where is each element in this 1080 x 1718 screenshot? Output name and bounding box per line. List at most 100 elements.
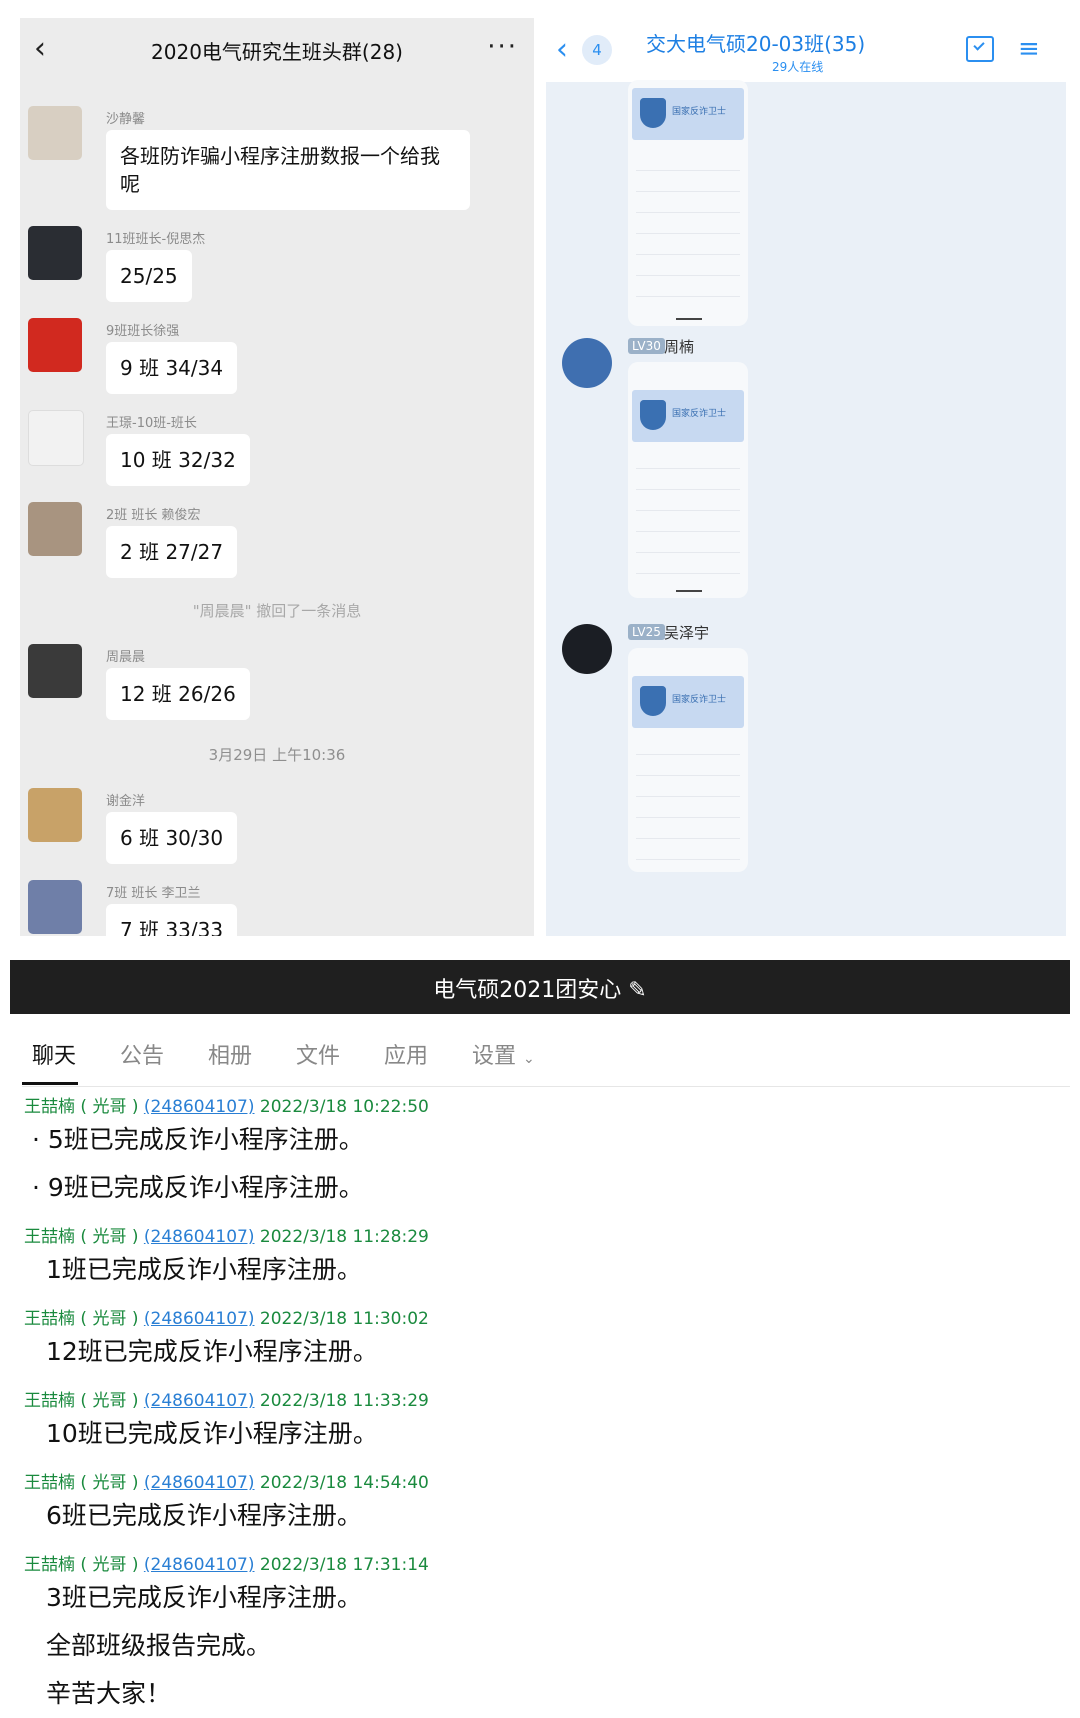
message-bubble[interactable]: 2 班 27/27 — [106, 526, 238, 578]
qq-number-link[interactable]: (248604107) — [144, 1097, 255, 1117]
sender-name: 沙静馨 — [106, 112, 146, 127]
timestamp: 3月29日 上午10:36 — [208, 746, 346, 764]
calendar-check-icon[interactable] — [966, 36, 994, 62]
avatar[interactable] — [28, 644, 82, 698]
wechat-header: ‹ 2020电气研究生班头群(28) ··· — [20, 18, 534, 82]
message-row: 2班 班长 赖俊宏 2 班 27/27 — [28, 502, 528, 578]
group-title: 电气硕2021团安心 — [433, 978, 622, 1003]
sender-name: 11班班长-倪思杰 — [106, 232, 206, 247]
back-icon[interactable]: ‹ — [34, 34, 64, 64]
message-row: 王璟-10班-班长 10 班 32/32 — [28, 410, 528, 486]
message-text: 全部班级报告完成。 — [46, 1631, 272, 1660]
message-meta: 王喆楠 ( 光哥 ) (248604107) 2022/3/18 10:22:5… — [24, 1092, 429, 1117]
message-text: 12班已完成反诈小程序注册。 — [46, 1337, 378, 1366]
anti-fraud-card: 国家反诈卫士 — [632, 88, 744, 140]
avatar[interactable] — [28, 880, 82, 934]
tab-apps[interactable]: 应用 — [384, 1038, 428, 1070]
avatar[interactable] — [28, 318, 82, 372]
avatar[interactable] — [28, 226, 82, 280]
message-meta: 王喆楠 ( 光哥 ) (248604107) 2022/3/18 11:33:2… — [24, 1386, 429, 1411]
sender-name: 9班班长徐强 — [106, 324, 180, 339]
message-row: 沙静馨 各班防诈骗小程序注册数报一个给我呢 — [28, 106, 528, 210]
active-tab-indicator — [22, 1082, 78, 1085]
qq-number-link[interactable]: (248604107) — [144, 1227, 255, 1247]
message-text: 10班已完成反诈小程序注册。 — [46, 1419, 378, 1448]
message-time: 2022/3/18 14:54:40 — [259, 1473, 429, 1493]
message-text: 6班已完成反诈小程序注册。 — [46, 1501, 362, 1530]
sender-name: 王喆楠 ( 光哥 ) — [24, 1391, 139, 1411]
tab-announcement[interactable]: 公告 — [120, 1038, 164, 1070]
message-row: 7班 班长 李卫兰 7 班 33/33 — [28, 880, 528, 936]
more-icon[interactable]: ··· — [487, 32, 518, 62]
message-meta: 王喆楠 ( 光哥 ) (248604107) 2022/3/18 14:54:4… — [24, 1468, 429, 1493]
shield-icon — [640, 686, 666, 716]
message-bubble[interactable]: 9 班 34/34 — [106, 342, 238, 394]
sender-name: 王喆楠 ( 光哥 ) — [24, 1227, 139, 1247]
form-rows — [636, 740, 740, 866]
avatar[interactable] — [28, 106, 82, 160]
avatar[interactable] — [562, 624, 612, 674]
menu-icon[interactable]: ≡ — [1018, 34, 1040, 64]
chevron-down-icon: ⌄ — [523, 1051, 535, 1067]
level-badge: LV25 — [628, 624, 665, 640]
message-time: 2022/3/18 17:31:14 — [259, 1555, 429, 1575]
message-bubble[interactable]: 12 班 26/26 — [106, 668, 250, 720]
message-bubble[interactable]: 6 班 30/30 — [106, 812, 238, 864]
avatar[interactable] — [28, 788, 82, 842]
message-row: 11班班长-倪思杰 25/25 — [28, 226, 528, 302]
tab-bar: 聊天 公告 相册 文件 应用 设置 ⌄ — [22, 1038, 1070, 1087]
online-count: 29人在线 — [772, 60, 824, 74]
qq-number-link[interactable]: (248604107) — [144, 1309, 255, 1329]
avatar[interactable] — [562, 338, 612, 388]
back-icon[interactable]: ‹ — [556, 32, 568, 67]
image-message[interactable]: 国家反诈卫士 — [628, 80, 748, 326]
message-row: 谢金洋 6 班 30/30 — [28, 788, 528, 864]
message-bubble[interactable]: 7 班 33/33 — [106, 904, 238, 936]
sender-name: 2班 班长 赖俊宏 — [106, 508, 201, 523]
title-bar: 电气硕2021团安心 ✎ — [10, 960, 1070, 1014]
sender-name: 王喆楠 ( 光哥 ) — [24, 1097, 139, 1117]
message-time: 2022/3/18 11:28:29 — [259, 1227, 429, 1247]
anti-fraud-card: 国家反诈卫士 — [632, 390, 744, 442]
message-text: 辛苦大家！ — [46, 1679, 172, 1708]
chat-title: 2020电气研究生班头群(28) — [151, 40, 403, 64]
card-label: 国家反诈卫士 — [672, 107, 727, 117]
qq-number-link[interactable]: (248604107) — [144, 1473, 255, 1493]
recall-notice: "周晨晨" 撤回了一条消息 — [192, 602, 362, 620]
sender-name: 王璟-10班-班长 — [106, 416, 197, 431]
tab-settings[interactable]: 设置 — [472, 1044, 516, 1069]
sender-name: 谢金洋 — [106, 794, 146, 809]
message-bubble[interactable]: 10 班 32/32 — [106, 434, 250, 486]
message-time: 2022/3/18 11:33:29 — [259, 1391, 429, 1411]
tab-chat[interactable]: 聊天 — [32, 1038, 76, 1070]
shield-icon — [640, 400, 666, 430]
chat-title: 交大电气硕20-03班(35) — [646, 32, 866, 56]
edit-icon[interactable]: ✎ — [628, 978, 646, 1003]
wechat-group-chat: ‹ 2020电气研究生班头群(28) ··· 沙静馨 各班防诈骗小程序注册数报一… — [20, 18, 534, 936]
message-row: 9班班长徐强 9 班 34/34 — [28, 318, 528, 394]
message-meta: 王喆楠 ( 光哥 ) (248604107) 2022/3/18 11:28:2… — [24, 1222, 429, 1247]
tab-album[interactable]: 相册 — [208, 1038, 252, 1070]
qq-number-link[interactable]: (248604107) — [144, 1555, 255, 1575]
sender-name: 王喆楠 ( 光哥 ) — [24, 1555, 139, 1575]
unread-badge[interactable]: 4 — [582, 35, 612, 65]
card-label: 国家反诈卫士 — [672, 695, 727, 705]
message-meta: 王喆楠 ( 光哥 ) (248604107) 2022/3/18 17:31:1… — [24, 1550, 429, 1575]
image-message[interactable]: 国家反诈卫士 — [628, 362, 748, 598]
home-indicator — [676, 318, 702, 320]
image-message[interactable]: 国家反诈卫士 — [628, 648, 748, 872]
message-row: 周晨晨 12 班 26/26 — [28, 644, 528, 720]
card-label: 国家反诈卫士 — [672, 409, 727, 419]
message-bubble[interactable]: 各班防诈骗小程序注册数报一个给我呢 — [106, 130, 470, 210]
message-meta: 王喆楠 ( 光哥 ) (248604107) 2022/3/18 11:30:0… — [24, 1304, 429, 1329]
message-time: 2022/3/18 10:22:50 — [259, 1097, 429, 1117]
member-name: 周楠 — [664, 338, 695, 356]
avatar[interactable] — [28, 502, 82, 556]
qq-mobile-group-chat: ‹ 4 交大电气硕20-03班(35) 29人在线 ≡ 国家反诈卫士 LV30 … — [546, 18, 1066, 936]
message-text: · 9班已完成反诈小程序注册。 — [32, 1173, 364, 1202]
qq-number-link[interactable]: (248604107) — [144, 1391, 255, 1411]
avatar[interactable] — [28, 410, 84, 466]
member-name: 吴泽宇 — [664, 624, 710, 642]
tab-files[interactable]: 文件 — [296, 1038, 340, 1070]
message-bubble[interactable]: 25/25 — [106, 250, 192, 302]
